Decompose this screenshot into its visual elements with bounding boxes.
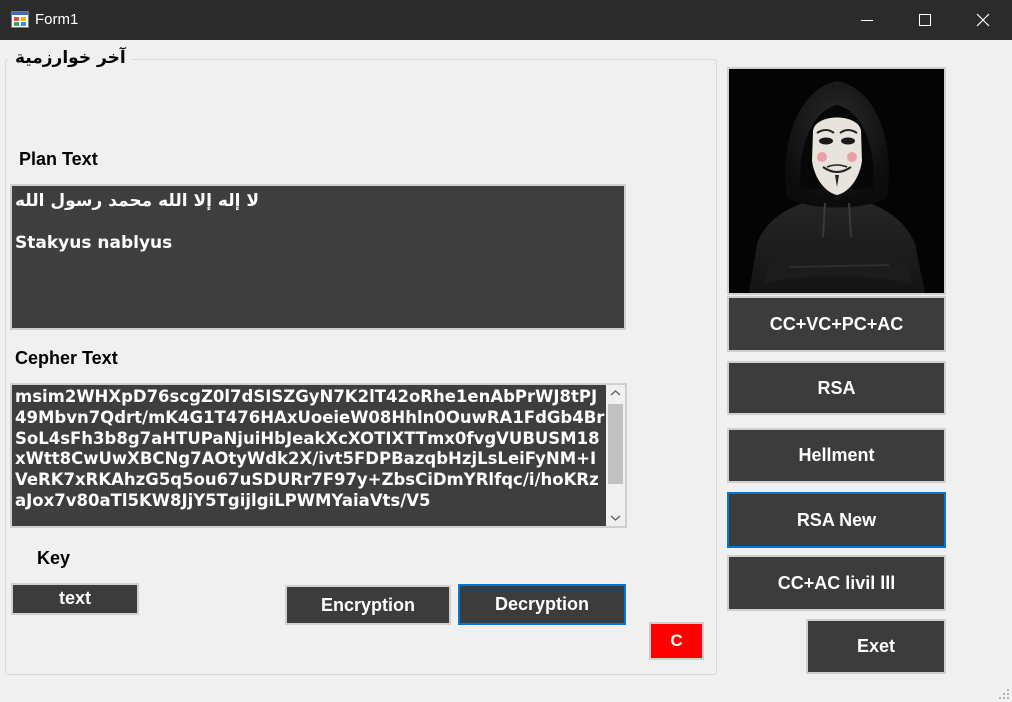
minimize-button[interactable] [838, 0, 896, 40]
close-button[interactable] [954, 0, 1012, 40]
maximize-icon [919, 14, 931, 26]
scroll-up-icon[interactable] [606, 385, 625, 402]
cipher-text-value: msim2WHXpD76scgZ0l7dSISZGyN7K2lT42oRhe1e… [15, 387, 605, 510]
algorithm-rsa-button[interactable]: RSA [727, 361, 946, 415]
key-input[interactable]: text [11, 583, 139, 615]
cipher-text-output[interactable]: msim2WHXpD76scgZ0l7dSISZGyN7K2lT42oRhe1e… [10, 383, 627, 528]
plain-text-line-latin: Stakyus nablyus [15, 233, 173, 253]
algorithm-rsa-new-button[interactable]: RSA New [727, 492, 946, 548]
cipher-scrollbar[interactable] [606, 385, 625, 526]
hooded-mask-figure-image [729, 69, 944, 293]
form-app-icon [11, 11, 29, 28]
exit-button[interactable]: Exet [806, 619, 946, 674]
plain-text-line-arabic: لا إله إلا الله محمد رسول الله [15, 191, 260, 211]
title-bar: Form1 [0, 0, 1012, 40]
key-label: Key [37, 548, 71, 568]
scroll-down-icon[interactable] [606, 509, 625, 526]
groupbox-title: آخر خوارزمية [9, 48, 132, 68]
cipher-text-label: Cepher Text [15, 348, 118, 368]
hacker-picture [727, 67, 946, 295]
decryption-button[interactable]: Decryption [458, 584, 626, 625]
minimize-icon [861, 20, 873, 21]
plain-text-label: Plan Text [19, 149, 98, 169]
window-title: Form1 [35, 11, 79, 28]
algorithm-cc-ac-level3-button[interactable]: CC+AC livil lll [727, 555, 946, 611]
scroll-thumb[interactable] [608, 404, 623, 484]
algorithm-cc-vc-pc-ac-button[interactable]: CC+VC+PC+AC [727, 296, 946, 352]
clear-button[interactable]: C [649, 622, 704, 660]
close-icon [976, 13, 990, 27]
algorithm-hellment-button[interactable]: Hellment [727, 428, 946, 483]
plain-text-input[interactable]: لا إله إلا الله محمد رسول الله Stakyus n… [10, 184, 626, 330]
encryption-button[interactable]: Encryption [285, 585, 451, 625]
maximize-button[interactable] [896, 0, 954, 40]
resize-grip-icon[interactable] [998, 688, 1010, 700]
